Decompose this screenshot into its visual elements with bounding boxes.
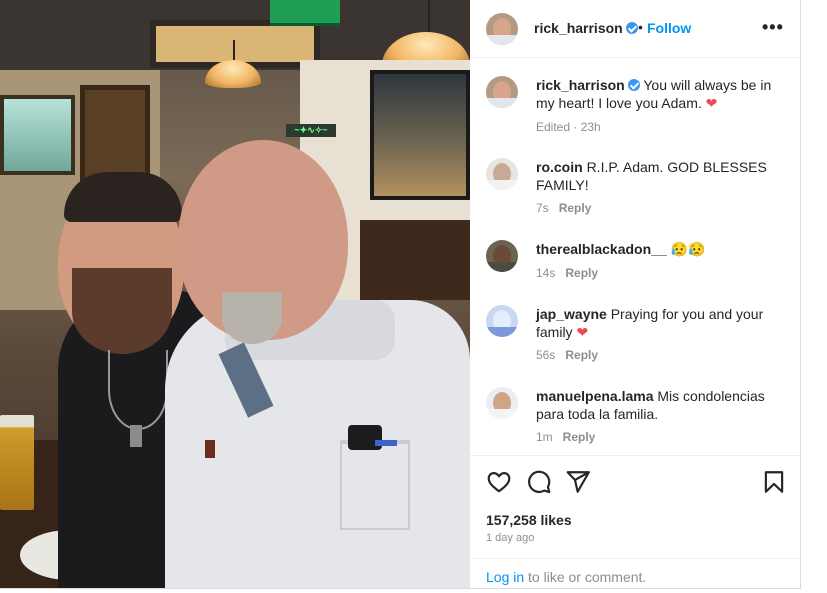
share-icon[interactable]: [565, 469, 591, 495]
comment-item: jap_wayne Praying for you and your famil…: [486, 305, 786, 365]
photo-green-sign: [270, 0, 340, 26]
caption-avatar[interactable]: [486, 76, 518, 108]
follow-button[interactable]: Follow: [647, 20, 691, 36]
verified-badge-icon: [627, 79, 640, 91]
heart-emoji-icon: ❤: [705, 95, 718, 111]
reply-button[interactable]: Reply: [559, 201, 592, 215]
photo-beer-glass: [0, 415, 34, 510]
heart-icon[interactable]: [486, 469, 512, 495]
post-panel: rick_harrison • Follow ••• rick_harrison…: [470, 0, 801, 588]
comment-time: 56s: [536, 348, 556, 362]
commenter-username[interactable]: jap_wayne: [536, 306, 607, 322]
comment-text-block: therealblackadon__ 😥😥: [536, 240, 791, 258]
comment-item: ro.coin R.I.P. Adam. GOD BLESSES FAMILY!…: [486, 158, 786, 218]
comment-item: manuelpena.lama Mis condolencias para to…: [486, 387, 786, 447]
reply-button[interactable]: Reply: [565, 348, 598, 362]
comment-text-block: manuelpena.lama Mis condolencias para to…: [536, 387, 791, 423]
reply-button[interactable]: Reply: [565, 266, 598, 280]
commenter-username[interactable]: ro.coin: [536, 159, 583, 175]
reply-button[interactable]: Reply: [563, 430, 596, 444]
photo-pen: [205, 440, 215, 458]
photo-person-left-beard: [72, 268, 172, 354]
login-link[interactable]: Log in: [486, 569, 524, 585]
post-actions: [470, 455, 801, 503]
commenter-avatar[interactable]: [486, 240, 518, 272]
post-date[interactable]: 1 day ago: [486, 532, 534, 544]
login-prompt: Log in to like or comment.: [486, 569, 646, 585]
comment-meta: 56s Reply: [536, 348, 598, 362]
comment-meta: 14s Reply: [536, 266, 598, 280]
photo-shirt-pocket: [340, 440, 410, 530]
header-separator: •: [638, 19, 643, 35]
photo-pendant: [130, 425, 142, 447]
comment-icon[interactable]: [526, 469, 552, 495]
caption-text-block: rick_harrison You will always be in my h…: [536, 76, 791, 112]
likes-count[interactable]: 157,258 likes: [486, 512, 572, 528]
photo-counter: [360, 220, 470, 300]
photo-window: [0, 95, 75, 175]
commenter-avatar[interactable]: [486, 305, 518, 337]
photo-person-left-hair: [64, 172, 182, 222]
photo-necklace: [108, 350, 168, 430]
comment-text-block: ro.coin R.I.P. Adam. GOD BLESSES FAMILY!: [536, 158, 791, 194]
comment-meta: 7s Reply: [536, 201, 591, 215]
verified-badge-icon: [625, 22, 638, 34]
comment-item: therealblackadon__ 😥😥 14s Reply: [486, 240, 786, 285]
author-avatar[interactable]: [486, 13, 518, 45]
caption: rick_harrison You will always be in my h…: [486, 76, 786, 136]
comment-emoji: 😥😥: [670, 241, 706, 257]
photo-lamp-cord: [428, 0, 430, 36]
comment-text-block: jap_wayne Praying for you and your famil…: [536, 305, 791, 341]
more-options-icon[interactable]: •••: [762, 17, 784, 38]
commenter-avatar[interactable]: [486, 387, 518, 419]
author-username[interactable]: rick_harrison: [534, 20, 638, 38]
photo-blue-pen: [375, 440, 397, 446]
caption-meta: Edited · 23h: [536, 120, 601, 134]
commenter-username[interactable]: manuelpena.lama: [536, 388, 654, 404]
comment-time: 7s: [536, 201, 549, 215]
photo-painting: [370, 70, 470, 200]
comment-meta: 1m Reply: [536, 430, 595, 444]
heart-emoji-icon: ❤: [576, 324, 589, 340]
post-photo[interactable]: ~✦∿✧~: [0, 0, 470, 588]
photo-person-right-goatee: [222, 292, 282, 344]
photo-pocket-device: [348, 425, 382, 450]
caption-username[interactable]: rick_harrison: [536, 77, 625, 93]
comment-time: 14s: [536, 266, 556, 280]
commenter-avatar[interactable]: [486, 158, 518, 190]
post-header: rick_harrison • Follow •••: [470, 0, 801, 58]
login-prompt-text: to like or comment.: [528, 569, 647, 585]
comment-time: 1m: [536, 430, 553, 444]
panel-bottom-border: [0, 588, 801, 589]
author-username-text[interactable]: rick_harrison: [534, 20, 623, 36]
bookmark-icon[interactable]: [761, 469, 787, 495]
login-bar: Log in to like or comment.: [470, 558, 801, 588]
photo-neon-sign: ~✦∿✧~: [286, 124, 336, 137]
commenter-username[interactable]: therealblackadon__: [536, 241, 667, 257]
